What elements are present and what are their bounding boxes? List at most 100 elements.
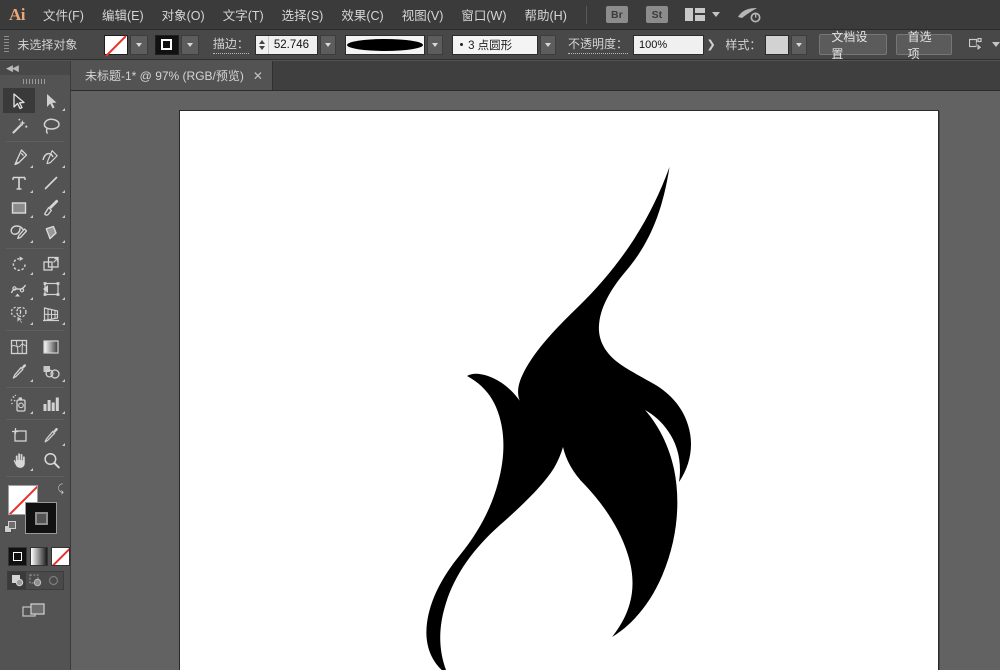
stroke-weight-dropdown-button[interactable] bbox=[319, 34, 337, 55]
tool-lasso-tool[interactable] bbox=[35, 113, 67, 138]
menu-item-select[interactable]: 选择(S) bbox=[273, 0, 333, 30]
align-to-control[interactable] bbox=[965, 37, 1000, 52]
menu-item-file[interactable]: 文件(F) bbox=[34, 0, 93, 30]
tool-curvature-tool[interactable] bbox=[35, 145, 67, 170]
menu-item-window[interactable]: 窗口(W) bbox=[452, 0, 515, 30]
tool-flyout-indicator[interactable] bbox=[30, 215, 33, 218]
stroke-swatch[interactable] bbox=[154, 34, 179, 55]
tool-paintbrush-tool[interactable] bbox=[35, 195, 67, 220]
tool-zoom-tool[interactable] bbox=[35, 448, 67, 473]
menu-item-help[interactable]: 帮助(H) bbox=[516, 0, 576, 30]
tool-selection-tool[interactable] bbox=[3, 88, 35, 113]
tool-line-segment-tool[interactable] bbox=[35, 170, 67, 195]
preferences-button[interactable]: 首选项 bbox=[895, 30, 953, 61]
tool-column-graph-tool[interactable] bbox=[35, 391, 67, 416]
tool-flyout-indicator[interactable] bbox=[62, 165, 65, 168]
brush-definition-preview[interactable]: 3 点圆形 bbox=[452, 34, 538, 55]
stepper-up-icon[interactable] bbox=[258, 39, 265, 44]
control-bar-grip[interactable] bbox=[4, 35, 10, 54]
tool-rotate-tool[interactable] bbox=[3, 252, 35, 277]
tool-flyout-indicator[interactable] bbox=[30, 240, 33, 243]
draw-inside-button[interactable] bbox=[45, 572, 63, 589]
stroke-weight-value[interactable]: 52.746 bbox=[269, 36, 317, 54]
tool-hand-tool[interactable] bbox=[3, 448, 35, 473]
tool-flyout-indicator[interactable] bbox=[62, 240, 65, 243]
menu-item-type[interactable]: 文字(T) bbox=[214, 0, 273, 30]
tool-flyout-indicator[interactable] bbox=[62, 190, 65, 193]
bridge-button[interactable]: Br bbox=[605, 6, 628, 23]
tool-flyout-indicator[interactable] bbox=[62, 108, 65, 111]
tool-shape-builder-tool[interactable] bbox=[3, 302, 35, 327]
tool-flyout-indicator[interactable] bbox=[30, 322, 33, 325]
stroke-profile-dropdown-button[interactable] bbox=[426, 34, 444, 55]
tool-flyout-indicator[interactable] bbox=[62, 443, 65, 446]
tool-flyout-indicator[interactable] bbox=[62, 297, 65, 300]
brush-definition-dropdown-button[interactable] bbox=[539, 34, 556, 55]
tool-flyout-indicator[interactable] bbox=[62, 379, 65, 382]
tool-flyout-indicator[interactable] bbox=[30, 468, 33, 471]
canvas-area[interactable] bbox=[71, 91, 1000, 670]
color-mode-button[interactable] bbox=[8, 547, 27, 566]
stroke-weight-field[interactable]: 52.746 bbox=[254, 34, 318, 55]
tool-free-transform-tool[interactable] bbox=[35, 277, 67, 302]
change-screen-mode-button[interactable] bbox=[0, 602, 70, 620]
tools-panel-grip[interactable] bbox=[0, 75, 70, 88]
tool-pen-tool[interactable] bbox=[3, 145, 35, 170]
tool-flyout-indicator[interactable] bbox=[30, 379, 33, 382]
draw-normal-button[interactable] bbox=[8, 572, 27, 589]
tool-blend-tool[interactable] bbox=[35, 359, 67, 384]
tool-width-tool[interactable] bbox=[3, 277, 35, 302]
flame-silhouette-artwork[interactable] bbox=[180, 111, 938, 670]
stroke-color-control[interactable] bbox=[154, 34, 199, 55]
tool-slice-tool[interactable] bbox=[35, 423, 67, 448]
opacity-field[interactable]: 100% bbox=[633, 34, 704, 55]
tool-flyout-indicator[interactable] bbox=[30, 165, 33, 168]
workspace-switcher[interactable] bbox=[684, 8, 720, 21]
tool-type-tool[interactable] bbox=[3, 170, 35, 195]
artboard[interactable] bbox=[179, 110, 939, 670]
menu-item-effect[interactable]: 效果(C) bbox=[332, 0, 392, 30]
tools-panel-header[interactable]: ◀◀ bbox=[0, 61, 70, 75]
graphic-style-dropdown-button[interactable] bbox=[790, 34, 808, 55]
fill-dropdown-button[interactable] bbox=[129, 34, 148, 55]
tool-magic-wand-tool[interactable] bbox=[3, 113, 35, 138]
tool-mesh-tool[interactable] bbox=[3, 334, 35, 359]
double-left-chevron-icon[interactable]: ◀◀ bbox=[6, 63, 19, 74]
tool-flyout-indicator[interactable] bbox=[62, 411, 65, 414]
graphic-style-swatch[interactable] bbox=[765, 34, 789, 55]
tool-flyout-indicator[interactable] bbox=[30, 272, 33, 275]
tool-flyout-indicator[interactable] bbox=[30, 190, 33, 193]
tool-artboard-tool[interactable] bbox=[3, 423, 35, 448]
default-fill-stroke-icon[interactable] bbox=[4, 521, 17, 534]
close-icon[interactable]: ✕ bbox=[253, 70, 263, 82]
swap-fill-stroke-icon[interactable]: ⤹ bbox=[57, 483, 64, 496]
tool-flyout-indicator[interactable] bbox=[62, 322, 65, 325]
creative-cloud-icon[interactable] bbox=[736, 6, 762, 24]
tool-rectangle-tool[interactable] bbox=[3, 195, 35, 220]
tool-perspective-grid-tool[interactable] bbox=[35, 302, 67, 327]
stepper-down-icon[interactable] bbox=[258, 45, 265, 50]
menu-item-view[interactable]: 视图(V) bbox=[393, 0, 453, 30]
gradient-mode-button[interactable] bbox=[29, 547, 49, 566]
toolbar-stroke-swatch[interactable] bbox=[25, 502, 57, 534]
stock-button[interactable]: St bbox=[645, 6, 668, 23]
menu-item-object[interactable]: 对象(O) bbox=[153, 0, 214, 30]
stroke-weight-label[interactable]: 描边： bbox=[212, 35, 249, 54]
tool-symbol-sprayer-tool[interactable] bbox=[3, 391, 35, 416]
tool-shaper-tool[interactable] bbox=[3, 220, 35, 245]
tool-eyedropper-tool[interactable] bbox=[3, 359, 35, 384]
tool-flyout-indicator[interactable] bbox=[62, 215, 65, 218]
document-tab[interactable]: 未标题-1* @ 97% (RGB/预览) ✕ bbox=[71, 61, 273, 90]
tool-flyout-indicator[interactable] bbox=[62, 272, 65, 275]
fill-swatch[interactable] bbox=[103, 34, 128, 55]
stroke-dropdown-button[interactable] bbox=[180, 34, 199, 55]
tool-scale-tool[interactable] bbox=[35, 252, 67, 277]
document-setup-button[interactable]: 文档设置 bbox=[819, 30, 887, 61]
opacity-label[interactable]: 不透明度： bbox=[568, 35, 629, 54]
tool-direct-selection-tool[interactable] bbox=[35, 88, 67, 113]
tool-flyout-indicator[interactable] bbox=[30, 297, 33, 300]
opacity-flyout-button[interactable]: ❯ bbox=[704, 35, 718, 55]
tool-eraser-tool[interactable] bbox=[35, 220, 67, 245]
tool-gradient-tool[interactable] bbox=[35, 334, 67, 359]
menu-item-edit[interactable]: 编辑(E) bbox=[93, 0, 153, 30]
